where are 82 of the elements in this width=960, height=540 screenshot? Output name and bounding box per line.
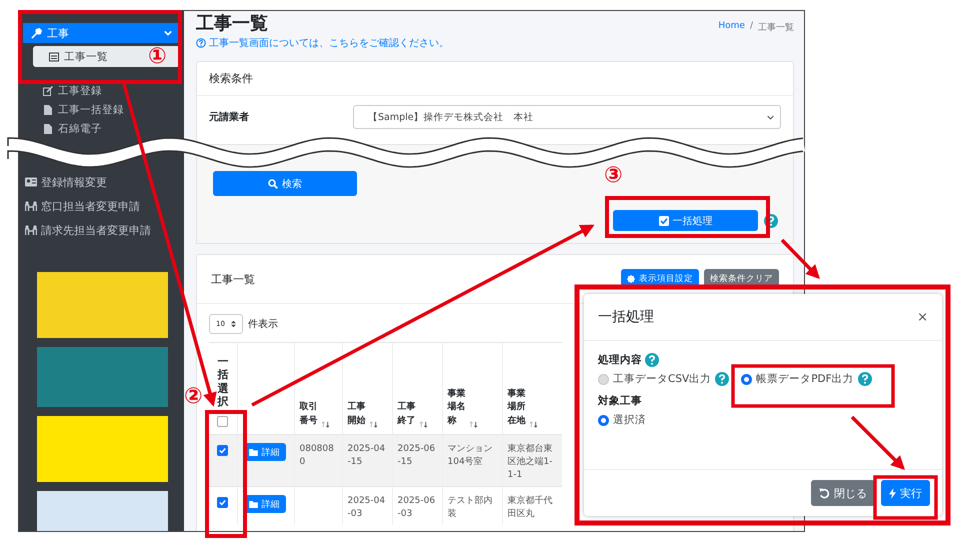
page-size-label: 件表示 — [248, 318, 278, 331]
column-header[interactable]: 工事終了 — [398, 401, 418, 428]
annotation-arrow — [850, 416, 905, 470]
search-icon — [268, 178, 278, 188]
option-label[interactable]: 帳票データPDF出力 — [756, 372, 854, 386]
help-link[interactable]: 工事一覧画面については、こちらをご確認ください。 — [209, 36, 449, 50]
annotation-arrow — [780, 238, 820, 279]
option-label[interactable]: 工事データCSV出力 — [613, 372, 712, 386]
table-cell: 2025-04-15 — [348, 444, 386, 468]
sidebar-item[interactable]: 石綿電子 — [33, 119, 180, 138]
sort-icon[interactable] — [369, 421, 378, 428]
breadcrumb-separator: / — [750, 21, 753, 33]
table-cell: 東京都千代田区丸 — [508, 496, 552, 520]
field-label: 元請業者 — [209, 110, 250, 124]
sidebar-item[interactable]: 登録情報変更 — [23, 170, 180, 194]
card-title: 工事一覧 — [211, 272, 255, 286]
sidebar-item[interactable]: 工事一括登録 — [33, 100, 180, 120]
document-icon — [43, 124, 53, 134]
option-label[interactable]: 選択済 — [613, 413, 646, 427]
radio-button[interactable] — [598, 374, 609, 384]
stepper-icon — [230, 320, 236, 328]
chevron-down-icon — [767, 114, 774, 120]
lightning-icon — [889, 488, 896, 498]
step-number: ① — [148, 46, 167, 68]
section-label: 処理内容 — [598, 353, 642, 367]
folder-icon — [248, 448, 258, 456]
sidebar-item[interactable]: 工事登録 — [33, 81, 180, 100]
sort-icon[interactable] — [321, 421, 330, 428]
sort-icon[interactable] — [529, 421, 538, 428]
wrench-icon — [31, 28, 42, 38]
document-icon — [43, 104, 53, 115]
step-number: ② — [184, 386, 203, 408]
table-cell: 東京都台東区池之端1-1-1 — [508, 444, 552, 480]
table-cell: 2025-04-03 — [348, 496, 386, 520]
column-header[interactable]: 取引番号 — [300, 401, 320, 428]
batch-process-button[interactable]: 一括処理 — [613, 210, 758, 231]
table-cell-text: マンション 104号室 — [448, 444, 494, 468]
edit-icon — [43, 86, 53, 96]
table-cell: 2025-06-15 — [398, 444, 436, 468]
select-all-checkbox[interactable] — [217, 416, 228, 427]
column-header[interactable]: 工事開始 — [348, 401, 368, 428]
search-button[interactable]: 検索 — [213, 171, 357, 196]
chevron-down-icon — [164, 29, 172, 37]
gear-icon — [627, 275, 635, 283]
card-title: 検索条件 — [197, 62, 793, 96]
page-title: 工事一覧 — [196, 13, 268, 35]
people-icon — [25, 225, 37, 235]
close-button[interactable]: × — [917, 310, 928, 324]
table-cell: 0808080 — [300, 444, 334, 468]
breadcrumb-link[interactable]: Home — [718, 21, 745, 34]
sidebar-item[interactable]: 窓口担当者変更申請 — [23, 194, 180, 218]
column-header[interactable]: 事業場所在地 — [508, 388, 528, 428]
step-number: ③ — [604, 165, 623, 187]
row-checkbox[interactable] — [217, 445, 228, 456]
close-dialog-button[interactable]: 閉じる — [811, 480, 875, 506]
table-cell: テスト部内装 — [448, 496, 492, 520]
people-icon — [25, 201, 37, 211]
section-label: 対象工事 — [598, 394, 642, 408]
radio-button[interactable] — [741, 374, 752, 384]
help-icon[interactable] — [764, 214, 778, 228]
select-field[interactable]: 【Sample】操作デモ株式会社 本社 — [353, 105, 781, 129]
column-header: 一括選択 — [217, 355, 228, 408]
help-icon — [196, 38, 206, 48]
help-icon[interactable] — [645, 353, 659, 367]
checkbox-icon — [658, 216, 668, 226]
menu-section-header[interactable]: 工事 — [23, 23, 180, 43]
folder-icon — [248, 500, 258, 508]
id-card-icon — [25, 177, 37, 187]
sort-icon[interactable] — [419, 421, 428, 428]
help-icon[interactable] — [858, 372, 872, 386]
table-cell: 2025-06-03 — [398, 496, 436, 520]
execute-button[interactable]: 実行 — [881, 480, 930, 506]
sidebar-item[interactable]: 請求先担当者変更申請 — [23, 218, 180, 242]
breadcrumb-current: 工事一覧 — [758, 22, 794, 34]
sort-icon[interactable] — [469, 421, 478, 428]
row-checkbox[interactable] — [217, 497, 228, 508]
list-icon — [49, 52, 59, 62]
undo-icon — [819, 488, 830, 498]
column-header[interactable]: 事業場名称 — [448, 388, 468, 428]
modal-title: 一括処理 — [598, 308, 654, 326]
radio-button[interactable] — [598, 414, 609, 426]
help-icon[interactable] — [715, 372, 730, 386]
